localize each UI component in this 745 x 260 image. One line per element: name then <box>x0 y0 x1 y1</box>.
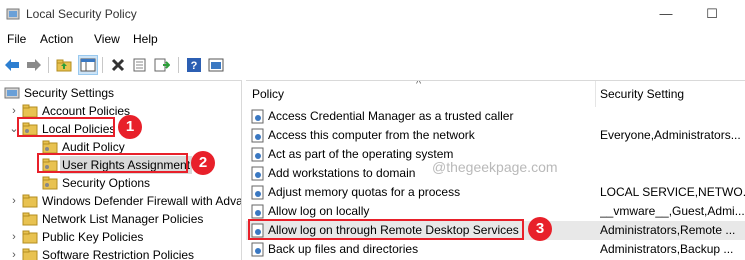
highlight-box-user-rights <box>37 153 188 173</box>
svg-text:?: ? <box>191 60 198 72</box>
menu-file[interactable]: File <box>7 32 26 46</box>
folder-icon <box>22 248 38 260</box>
menu-view[interactable]: View <box>94 32 120 46</box>
security-setting: Everyone,Administrators... <box>600 128 741 142</box>
policy-icon <box>251 185 264 200</box>
column-divider[interactable] <box>595 81 596 107</box>
title-bar: Local Security Policy — ☐ <box>0 0 745 28</box>
tree-label: Windows Defender Firewall with Adva <box>42 194 242 208</box>
policy-name: Access Credential Manager as a trusted c… <box>268 109 514 123</box>
policy-row[interactable]: Adjust memory quotas for a process LOCAL… <box>246 183 745 202</box>
sort-caret-icon: ^ <box>416 80 422 90</box>
export-list-icon[interactable] <box>152 55 172 75</box>
tree-label: Security Options <box>62 176 151 190</box>
security-setting: __vmware__,Guest,Admi... <box>600 204 745 218</box>
back-arrow-icon[interactable] <box>2 55 22 75</box>
security-setting: LOCAL SERVICE,NETWO... <box>600 185 745 199</box>
policy-row[interactable]: Access Credential Manager as a trusted c… <box>246 107 745 126</box>
policy-name: Act as part of the operating system <box>268 147 454 161</box>
help-icon[interactable]: ? <box>184 55 204 75</box>
step-badge-2: 2 <box>191 151 215 175</box>
policy-name: Back up files and directories <box>268 242 419 256</box>
console-icon[interactable] <box>206 55 226 75</box>
chevron-right-icon[interactable]: › <box>8 228 20 246</box>
tree-label: Software Restriction Policies <box>42 248 195 260</box>
highlight-box-remote-desktop <box>248 219 524 240</box>
minimize-button[interactable]: — <box>651 4 681 24</box>
chevron-right-icon[interactable]: › <box>8 192 20 210</box>
folder-icon <box>42 176 58 190</box>
tree-label: Public Key Policies <box>42 230 144 244</box>
folder-icon <box>22 194 38 208</box>
menu-bar: File Action View Help <box>0 30 745 50</box>
policy-row[interactable]: Back up files and directories Administra… <box>246 240 745 259</box>
tree-label: Network List Manager Policies <box>42 212 204 226</box>
policy-row[interactable]: Access this computer from the network Ev… <box>246 126 745 145</box>
folder-icon <box>22 104 38 118</box>
security-settings-icon <box>4 87 20 99</box>
policy-icon <box>251 147 264 162</box>
menu-action[interactable]: Action <box>40 32 73 46</box>
highlight-box-local-policies <box>17 117 115 137</box>
toolbar-separator <box>48 57 49 73</box>
column-header-security-setting[interactable]: Security Setting <box>600 81 684 107</box>
folder-icon <box>42 140 58 154</box>
column-header-policy[interactable]: Policy <box>252 81 284 107</box>
policy-icon <box>251 204 264 219</box>
security-policy-app-icon <box>6 8 20 20</box>
policy-icon <box>251 109 264 124</box>
toolbar-separator <box>178 57 179 73</box>
chevron-right-icon[interactable]: › <box>8 246 20 260</box>
folder-icon <box>22 230 38 244</box>
policy-name: Access this computer from the network <box>268 128 475 142</box>
tree-label: Security Settings <box>24 86 115 100</box>
step-badge-1: 1 <box>118 115 142 139</box>
watermark-text: @thegeekpage.com <box>432 159 558 175</box>
security-setting: Administrators,Backup ... <box>600 242 734 256</box>
folder-icon <box>22 212 38 226</box>
toolbar-separator <box>102 57 103 73</box>
show-hide-tree-icon[interactable] <box>78 55 98 75</box>
window-title: Local Security Policy <box>26 7 137 21</box>
step-badge-3: 3 <box>528 217 552 241</box>
policy-name: Adjust memory quotas for a process <box>268 185 461 199</box>
toolbar: ? <box>0 52 745 78</box>
delete-icon[interactable] <box>108 55 128 75</box>
forward-arrow-icon[interactable] <box>24 55 44 75</box>
up-folder-icon[interactable] <box>54 55 74 75</box>
policy-icon <box>251 242 264 257</box>
policy-icon <box>251 128 264 143</box>
policy-icon <box>251 166 264 181</box>
policy-name: Add workstations to domain <box>268 166 416 180</box>
menu-help[interactable]: Help <box>133 32 158 46</box>
security-setting: Administrators,Remote ... <box>600 223 736 237</box>
properties-icon[interactable] <box>130 55 150 75</box>
maximize-button[interactable]: ☐ <box>697 4 727 24</box>
